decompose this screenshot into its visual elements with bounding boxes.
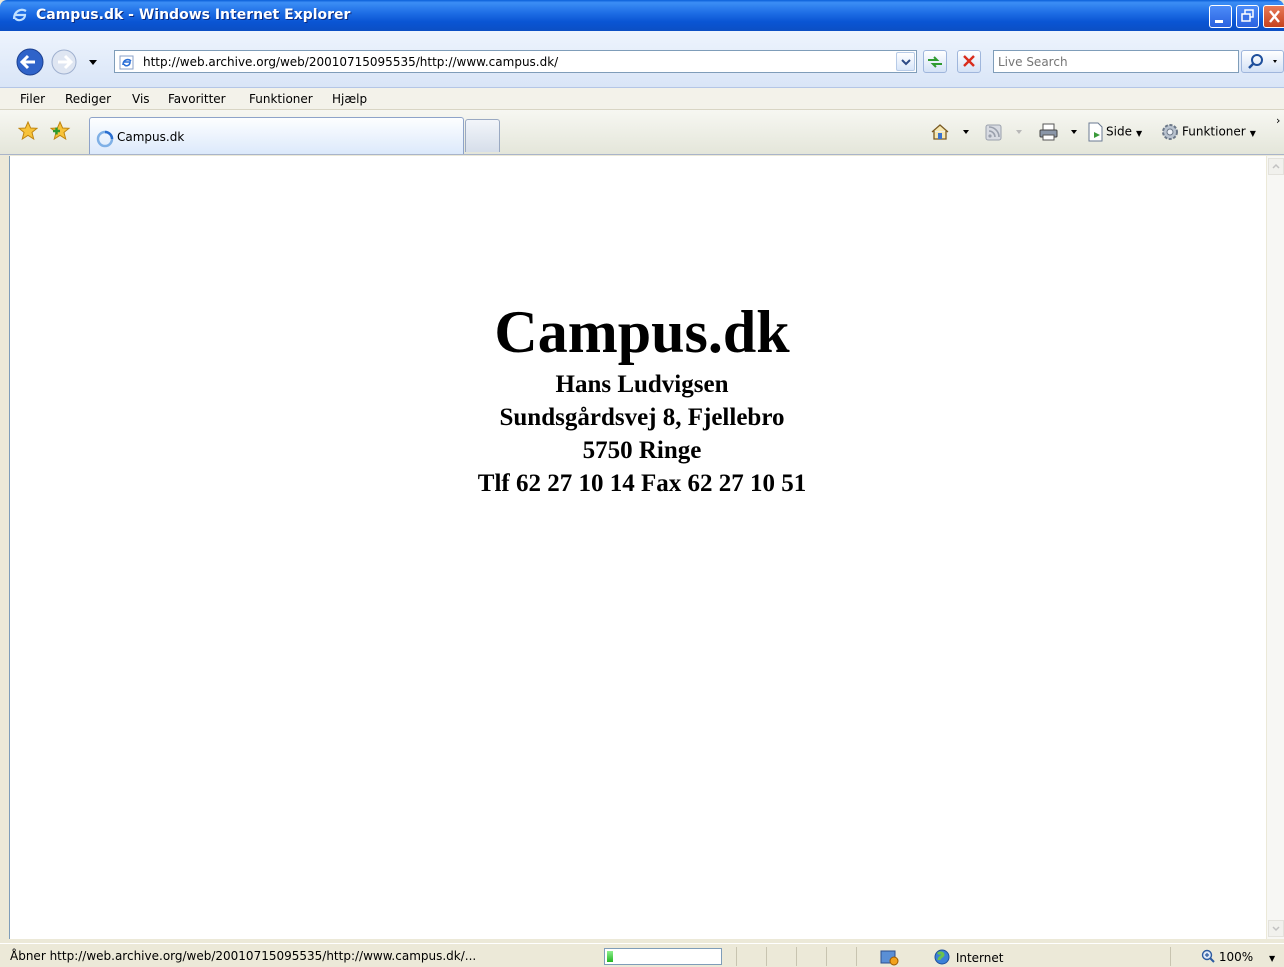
feeds-button[interactable]: [985, 122, 1025, 142]
home-icon: [931, 124, 969, 140]
status-divider: [796, 947, 797, 966]
security-zone[interactable]: Internet: [934, 949, 1003, 965]
scroll-down-button[interactable]: [1268, 920, 1284, 937]
restore-button[interactable]: [1236, 5, 1259, 28]
chevron-down-icon: [1272, 926, 1280, 932]
zoom-dropdown-icon[interactable]: ▼: [1269, 954, 1275, 963]
tab-campus[interactable]: Campus.dk: [89, 117, 464, 154]
search-field[interactable]: [993, 50, 1239, 73]
browser-window: Campus.dk - Windows Internet Explorer ht…: [0, 0, 1284, 967]
stop-button[interactable]: [957, 50, 981, 73]
menu-tools[interactable]: Funktioner: [249, 92, 313, 106]
refresh-button[interactable]: [923, 50, 947, 73]
print-button[interactable]: [1038, 122, 1082, 142]
tools-menu-button[interactable]: Funktioner ▼: [1160, 122, 1256, 142]
search-button[interactable]: [1241, 50, 1284, 73]
status-divider: [826, 947, 827, 966]
tools-menu-label: Funktioner: [1182, 124, 1246, 139]
forward-icon[interactable]: [51, 49, 77, 75]
loading-spinner-icon: [96, 130, 114, 148]
contact-street: Sundsgårdsvej 8, Fjellebro: [499, 404, 785, 431]
page-menu-label: Side: [1106, 124, 1132, 139]
vertical-scrollbar[interactable]: [1266, 156, 1284, 939]
status-divider: [1170, 947, 1171, 966]
minimize-icon: [1215, 20, 1223, 23]
page-icon: [1088, 122, 1103, 142]
zoom-control[interactable]: 100% ▼: [1201, 949, 1275, 964]
contact-phone: Tlf 62 27 10 14 Fax 62 27 10 51: [477, 470, 807, 497]
minimize-button[interactable]: [1209, 5, 1232, 28]
zoom-icon: [1201, 949, 1215, 963]
menu-view[interactable]: Vis: [132, 92, 150, 106]
back-forward-controls: [16, 48, 97, 76]
back-icon[interactable]: [16, 48, 44, 76]
page-content: Campus.dk Hans Ludvigsen Sundsgårdsvej 8…: [9, 156, 1276, 939]
page-heading: Campus.dk: [494, 299, 790, 365]
page-menu-button[interactable]: Side ▼: [1086, 122, 1142, 142]
contact-city: 5750 Ringe: [582, 437, 702, 464]
address-field[interactable]: http://web.archive.org/web/2001071509553…: [114, 50, 917, 73]
address-dropdown-button[interactable]: [896, 52, 915, 71]
protected-mode-icon[interactable]: [880, 948, 900, 966]
title-bar: Campus.dk - Windows Internet Explorer: [0, 0, 1284, 31]
page-body: Campus.dk Hans Ludvigsen Sundsgårdsvej 8…: [10, 296, 1274, 500]
favorites-star-icon[interactable]: [18, 121, 38, 141]
page-ie-icon: [119, 55, 134, 70]
tools-gear-icon: [1162, 124, 1178, 140]
internet-globe-icon: [934, 949, 950, 965]
tab-label: Campus.dk: [117, 130, 185, 144]
menu-bar: Filer Rediger Vis Favoritter Funktioner …: [0, 88, 1284, 110]
status-divider: [736, 947, 737, 966]
menu-favorites[interactable]: Favoritter: [168, 92, 226, 106]
status-divider: [856, 947, 857, 966]
address-url: http://web.archive.org/web/2001071509553…: [143, 55, 559, 69]
contact-name: Hans Ludvigsen: [555, 371, 729, 398]
refresh-icon: [928, 56, 942, 68]
close-button[interactable]: [1263, 5, 1284, 28]
progress-fill: [607, 951, 613, 962]
status-text: Åbner http://web.archive.org/web/2001071…: [10, 949, 477, 963]
chevron-down-icon: [901, 59, 911, 66]
restore-icon: [1241, 9, 1254, 22]
zoom-label: 100%: [1218, 950, 1254, 964]
zone-label: Internet: [955, 951, 1004, 965]
progress-bar: [604, 948, 722, 965]
chevron-more-icon[interactable]: ›: [1276, 114, 1280, 127]
stop-icon: [963, 55, 975, 67]
feeds-icon: [985, 124, 1022, 141]
window-title: Campus.dk - Windows Internet Explorer: [36, 7, 351, 23]
home-button[interactable]: [930, 122, 970, 142]
print-icon: [1039, 123, 1077, 141]
search-input[interactable]: [994, 51, 1238, 72]
add-favorites-icon[interactable]: [50, 121, 72, 141]
chevron-up-icon: [1272, 163, 1280, 169]
ie-logo-icon: [12, 8, 27, 22]
history-dropdown-icon[interactable]: [89, 60, 97, 65]
scroll-up-button[interactable]: [1268, 158, 1284, 175]
close-icon: [1269, 10, 1280, 23]
menu-edit[interactable]: Rediger: [65, 92, 111, 106]
status-bar: Åbner http://web.archive.org/web/2001071…: [0, 943, 1284, 967]
menu-file[interactable]: Filer: [20, 92, 45, 106]
menu-help[interactable]: Hjælp: [332, 92, 367, 106]
status-divider: [766, 947, 767, 966]
new-tab-button[interactable]: [465, 119, 500, 152]
search-icon: [1248, 54, 1277, 69]
